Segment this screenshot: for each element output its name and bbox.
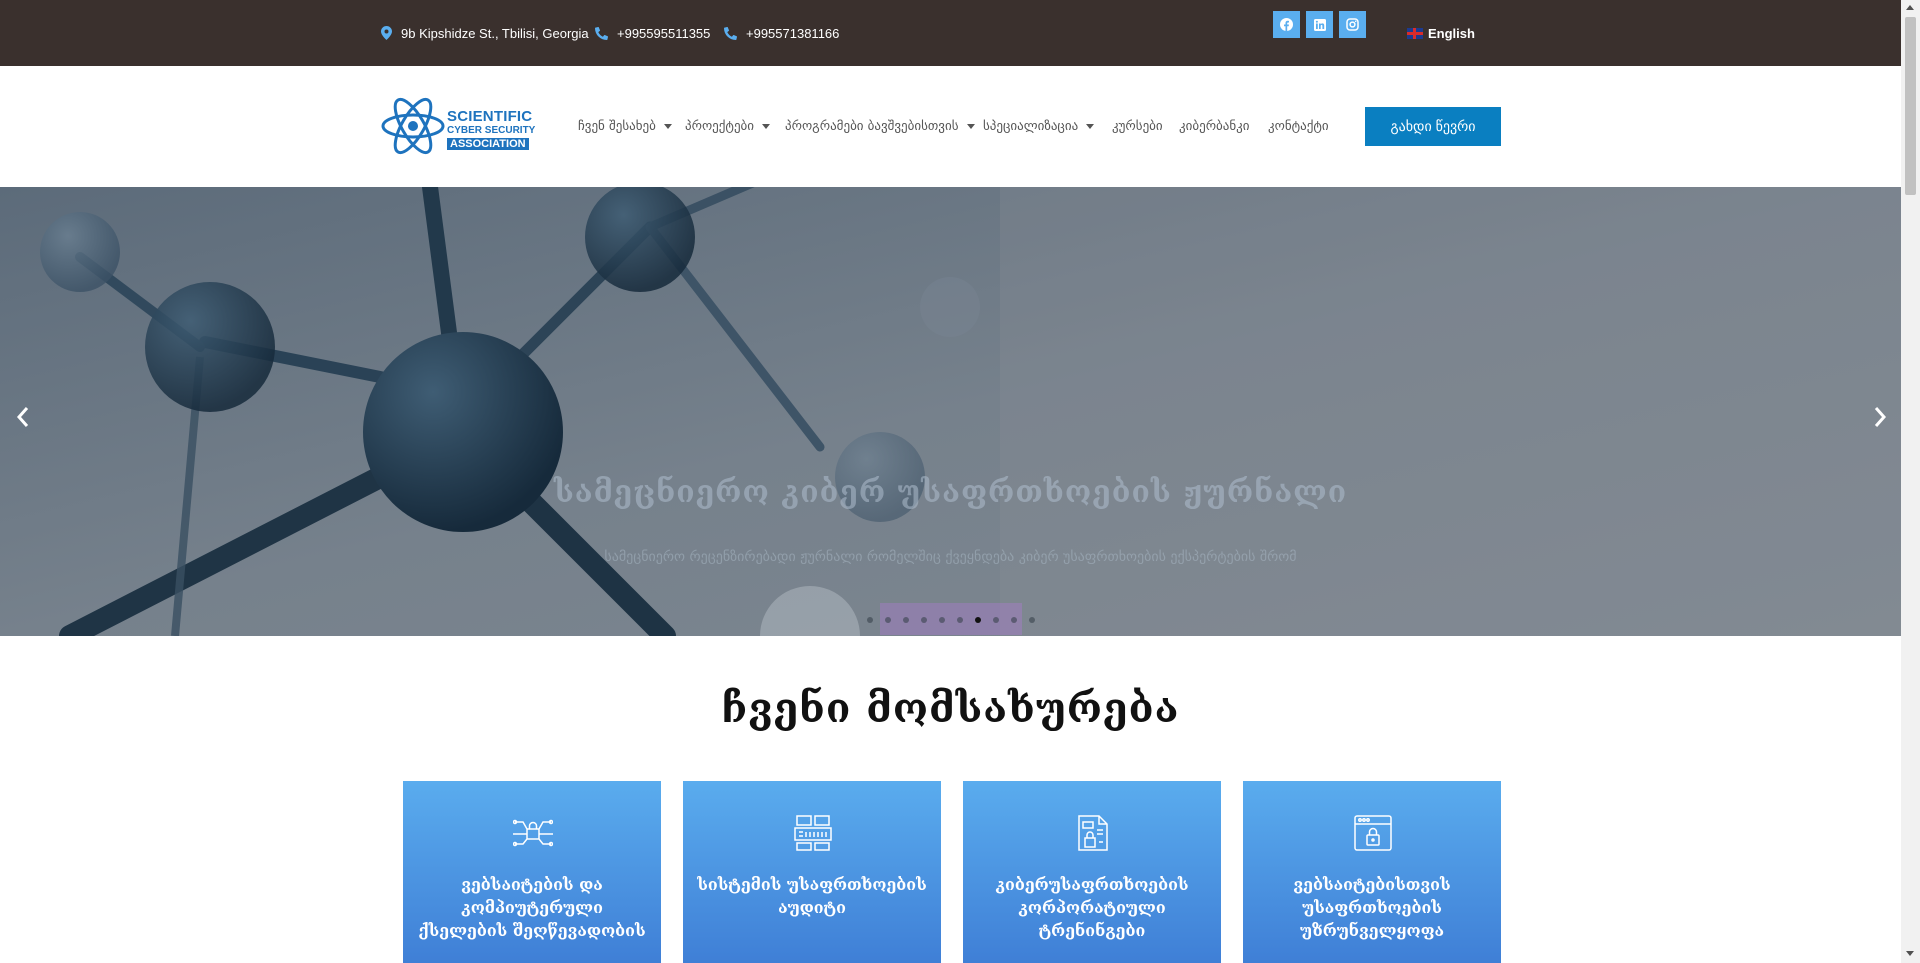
nav-item-contact[interactable]: კონტაქტი bbox=[1268, 66, 1329, 187]
linkedin-link[interactable] bbox=[1306, 11, 1333, 38]
service-card-title: კიბერუსაფრთხოების კორპორატიული ტრენინგებ… bbox=[995, 875, 1189, 940]
nav-label[interactable]: პროგრამები ბავშვებისთვის bbox=[785, 119, 959, 134]
nav-item-kids-programs[interactable]: პროგრამები ბავშვებისთვის bbox=[785, 66, 975, 187]
nav-item-specialization[interactable]: სპეციალიზაცია bbox=[983, 66, 1095, 187]
caret-down-icon bbox=[966, 124, 975, 129]
caret-down-icon bbox=[1086, 124, 1095, 129]
nav-item-about[interactable]: ჩვენ შესახებ bbox=[578, 66, 672, 187]
main-header: SCIENTIFIC CYBER SECURITY ASSOCIATION ჩვ… bbox=[0, 66, 1901, 187]
scroll-up-arrow-icon[interactable] bbox=[1906, 5, 1914, 10]
molecule-background-image bbox=[0, 187, 1901, 636]
nav-item-projects[interactable]: პროექტები bbox=[685, 66, 770, 187]
page-scrollbar[interactable] bbox=[1901, 0, 1920, 963]
service-card-title: ვებსაიტებისთვის უსაფრთხოების უზრუნველყოფ… bbox=[1293, 875, 1451, 940]
slider-dot[interactable] bbox=[867, 617, 873, 623]
phone-icon bbox=[595, 26, 608, 40]
phone-contact-2[interactable]: +995571381166 bbox=[724, 0, 839, 66]
facebook-link[interactable] bbox=[1273, 11, 1300, 38]
service-card-title: სისტემის უსაფრთხოების აუდიტი bbox=[697, 875, 927, 917]
server-audit-icon bbox=[794, 815, 832, 851]
hero-slider: სამეცნიერო კიბერ უსაფრთხოების ჟურნალი სა… bbox=[0, 187, 1901, 636]
hero-title: სამეცნიერო კიბერ უსაფრთხოების ჟურნალი bbox=[553, 475, 1348, 510]
service-card-system-audit[interactable]: სისტემის უსაფრთხოების აუდიტი bbox=[683, 781, 941, 963]
training-document-icon bbox=[1078, 815, 1108, 851]
nav-item-courses[interactable]: კურსები bbox=[1112, 66, 1163, 187]
hero-subtitle: სამეცნიერო რეცენზირებადი ჟურნალი რომელში… bbox=[604, 549, 1297, 565]
become-member-button[interactable]: გახდი წევრი bbox=[1365, 107, 1501, 146]
language-switcher[interactable]: English bbox=[1407, 0, 1475, 66]
slider-dot[interactable] bbox=[1011, 617, 1017, 623]
service-card-penetration-testing[interactable]: ვებსაიტების და კომპიუტერული ქსელების შეღ… bbox=[403, 781, 661, 963]
slider-dot[interactable] bbox=[993, 617, 999, 623]
top-bar: 9b Kipshidze St., Tbilisi, Georgia +9955… bbox=[0, 0, 1901, 66]
phone-text-1[interactable]: +995595511355 bbox=[617, 26, 710, 41]
logo-text-line1: SCIENTIFIC bbox=[447, 108, 533, 125]
facebook-icon bbox=[1280, 18, 1293, 31]
map-pin-icon bbox=[381, 26, 392, 40]
slider-next-button[interactable] bbox=[1869, 402, 1891, 432]
site-logo[interactable]: SCIENTIFIC CYBER SECURITY ASSOCIATION bbox=[381, 94, 543, 158]
slider-pagination bbox=[867, 617, 1035, 623]
nav-label[interactable]: სპეციალიზაცია bbox=[983, 119, 1078, 134]
slider-dot[interactable] bbox=[885, 617, 891, 623]
service-card-title: ვებსაიტების და კომპიუტერული ქსელების შეღ… bbox=[418, 875, 646, 940]
nav-label[interactable]: კიბერბანკი bbox=[1179, 119, 1250, 134]
network-lock-icon bbox=[513, 819, 553, 847]
services-heading: ჩვენი მომსახურება bbox=[721, 685, 1180, 732]
slider-dot[interactable] bbox=[975, 617, 981, 623]
slider-dot[interactable] bbox=[939, 617, 945, 623]
address-contact: 9b Kipshidze St., Tbilisi, Georgia bbox=[381, 0, 589, 66]
scroll-thumb[interactable] bbox=[1905, 17, 1916, 195]
instagram-icon bbox=[1346, 18, 1359, 31]
uk-flag-icon bbox=[1407, 27, 1423, 39]
linkedin-icon bbox=[1313, 18, 1326, 31]
nav-label[interactable]: პროექტები bbox=[685, 119, 754, 134]
nav-item-cyberbank[interactable]: კიბერბანკი bbox=[1179, 66, 1250, 187]
service-card-website-security[interactable]: ვებსაიტებისთვის უსაფრთხოების უზრუნველყოფ… bbox=[1243, 781, 1501, 963]
slider-dot[interactable] bbox=[921, 617, 927, 623]
slider-prev-button[interactable] bbox=[12, 402, 34, 432]
service-card-corporate-training[interactable]: კიბერუსაფრთხოების კორპორატიული ტრენინგებ… bbox=[963, 781, 1221, 963]
nav-label[interactable]: ჩვენ შესახებ bbox=[578, 119, 656, 134]
logo-text-line3: ASSOCIATION bbox=[447, 138, 529, 150]
slider-dot[interactable] bbox=[1029, 617, 1035, 623]
atom-logo-icon bbox=[381, 97, 445, 155]
caret-down-icon bbox=[762, 124, 770, 129]
instagram-link[interactable] bbox=[1339, 11, 1366, 38]
slider-dot[interactable] bbox=[957, 617, 963, 623]
language-label[interactable]: English bbox=[1428, 26, 1475, 41]
logo-text-line2: CYBER SECURITY bbox=[447, 125, 536, 136]
nav-label[interactable]: კონტაქტი bbox=[1268, 119, 1329, 134]
chevron-right-icon bbox=[1874, 407, 1887, 427]
phone-contact-1[interactable]: +995595511355 bbox=[595, 0, 710, 66]
phone-text-2[interactable]: +995571381166 bbox=[746, 26, 839, 41]
phone-icon bbox=[724, 26, 737, 40]
caret-down-icon bbox=[663, 124, 672, 129]
scroll-down-arrow-icon[interactable] bbox=[1906, 951, 1914, 956]
browser-lock-icon bbox=[1354, 815, 1392, 851]
nav-label[interactable]: კურსები bbox=[1112, 119, 1163, 134]
slider-dot[interactable] bbox=[903, 617, 909, 623]
chevron-left-icon bbox=[16, 407, 29, 427]
address-text: 9b Kipshidze St., Tbilisi, Georgia bbox=[401, 25, 589, 41]
